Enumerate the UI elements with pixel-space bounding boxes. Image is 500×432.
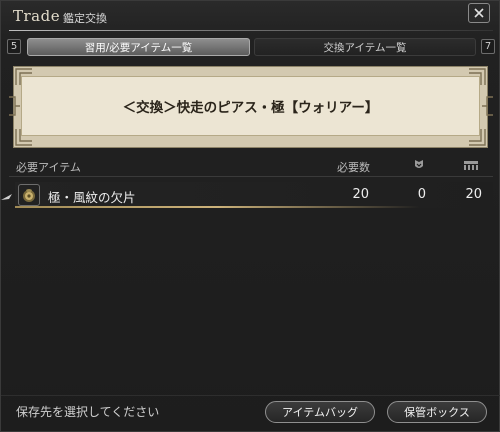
window-subtitle: 鑑定交換 [63,12,107,25]
column-required-item: 必要アイテム [16,161,81,174]
close-button[interactable] [468,3,490,23]
window-title: Trade [13,7,61,25]
tab-required-items[interactable]: 習用/必要アイテム一覧 [27,38,250,56]
close-icon [474,8,484,18]
inventory-icon [464,161,478,170]
footer-divider [1,395,500,396]
inventory-count: 20 [465,187,482,202]
trade-window: Trade 鑑定交換 5 習用/必要アイテム一覧 交換アイテム一覧 7 ＜交換＞… [0,0,500,432]
required-count: 20 [352,187,369,202]
title-divider [9,30,493,31]
exchange-target-name: ＜交換＞快走のピアス・極【ウォリアー】 [122,100,379,116]
selection-pointer-icon [1,194,12,200]
coin-pouch-icon[interactable] [18,184,40,206]
tab-next-key[interactable]: 7 [481,39,495,54]
title-bar[interactable]: Trade 鑑定交換 [1,1,500,31]
ornament-icon [482,96,493,116]
tab-prev-key[interactable]: 5 [7,39,21,54]
tab-exchange-items[interactable]: 交換アイテム一覧 [254,38,476,56]
armory-count: 0 [417,187,426,202]
item-bag-button[interactable]: アイテムバッグ [265,401,375,423]
pouch-icon [23,189,35,202]
column-required-count: 必要数 [337,161,370,174]
storage-box-button[interactable]: 保管ボックス [387,401,487,423]
row-highlight [15,206,420,208]
destination-prompt: 保存先を選択してください [16,405,160,419]
item-name: 極・風紋の欠片 [48,190,136,205]
header-divider [9,176,493,177]
ornament-icon [9,96,20,116]
armory-chest-icon [415,160,423,168]
